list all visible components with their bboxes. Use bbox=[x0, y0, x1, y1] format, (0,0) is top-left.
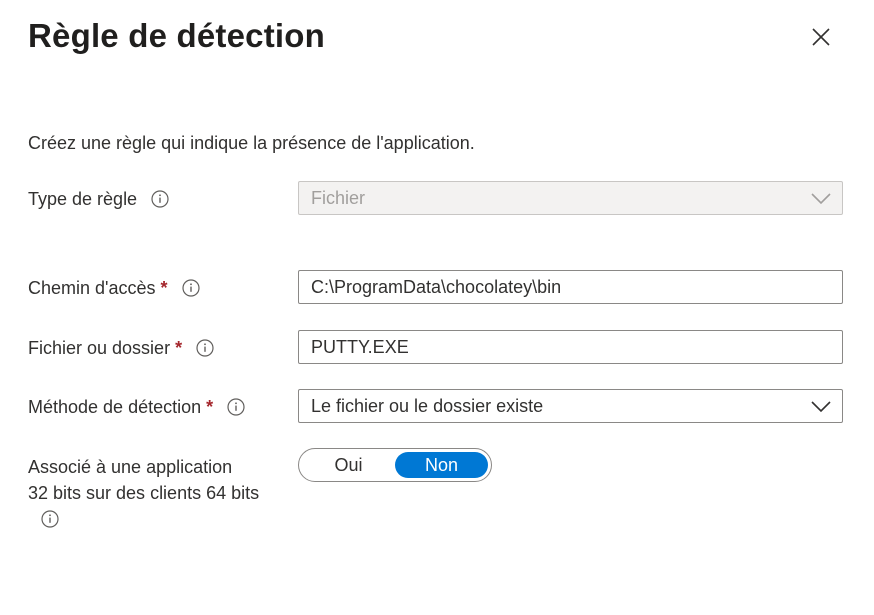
associated-32bit-toggle[interactable]: Oui Non bbox=[298, 448, 492, 482]
info-icon[interactable] bbox=[181, 279, 200, 297]
intro-text: Créez une règle qui indique la présence … bbox=[28, 133, 475, 153]
rule-type-label: Type de règle bbox=[28, 189, 138, 209]
path-label: Chemin d'accès bbox=[28, 278, 156, 298]
detection-method-label-row: Méthode de détection * bbox=[28, 394, 245, 420]
detection-method-dropdown[interactable]: Le fichier ou le dossier existe bbox=[298, 389, 843, 423]
page-title: Règle de détection bbox=[28, 17, 325, 54]
info-icon[interactable] bbox=[41, 510, 59, 528]
path-label-row: Chemin d'accès * bbox=[28, 275, 200, 301]
close-button[interactable] bbox=[804, 20, 838, 54]
detection-method-label: Méthode de détection bbox=[28, 397, 202, 417]
toggle-option-oui[interactable]: Oui bbox=[302, 452, 395, 478]
rule-type-label-row: Type de règle bbox=[28, 186, 169, 212]
rule-type-value: Fichier bbox=[311, 187, 366, 208]
required-mark: * bbox=[160, 278, 168, 298]
associated-32bit-label: Associé à une application 32 bits sur de… bbox=[28, 454, 259, 506]
path-value: C:\ProgramData\chocolatey\bin bbox=[311, 276, 562, 297]
info-icon[interactable] bbox=[196, 339, 214, 357]
detection-rule-panel: Règle de détection Créez une règle qui i… bbox=[0, 0, 874, 615]
associated-32bit-label-line2: 32 bits sur des clients 64 bits bbox=[28, 483, 260, 503]
file-or-folder-label-row: Fichier ou dossier * bbox=[28, 335, 214, 361]
info-icon[interactable] bbox=[151, 190, 169, 208]
chevron-down-icon bbox=[811, 401, 831, 413]
required-mark: * bbox=[206, 397, 214, 417]
path-input[interactable]: C:\ProgramData\chocolatey\bin bbox=[298, 270, 843, 304]
info-icon[interactable] bbox=[227, 398, 245, 416]
close-icon bbox=[812, 28, 830, 46]
chevron-down-icon bbox=[811, 193, 831, 205]
detection-method-value: Le fichier ou le dossier existe bbox=[311, 395, 544, 416]
file-or-folder-input[interactable]: PUTTY.EXE bbox=[298, 330, 843, 364]
rule-type-dropdown: Fichier bbox=[298, 181, 843, 215]
associated-32bit-label-line1: Associé à une application bbox=[28, 457, 233, 477]
file-or-folder-label: Fichier ou dossier bbox=[28, 338, 171, 358]
toggle-option-non[interactable]: Non bbox=[395, 452, 488, 478]
file-or-folder-value: PUTTY.EXE bbox=[311, 336, 409, 357]
required-mark: * bbox=[175, 338, 183, 358]
